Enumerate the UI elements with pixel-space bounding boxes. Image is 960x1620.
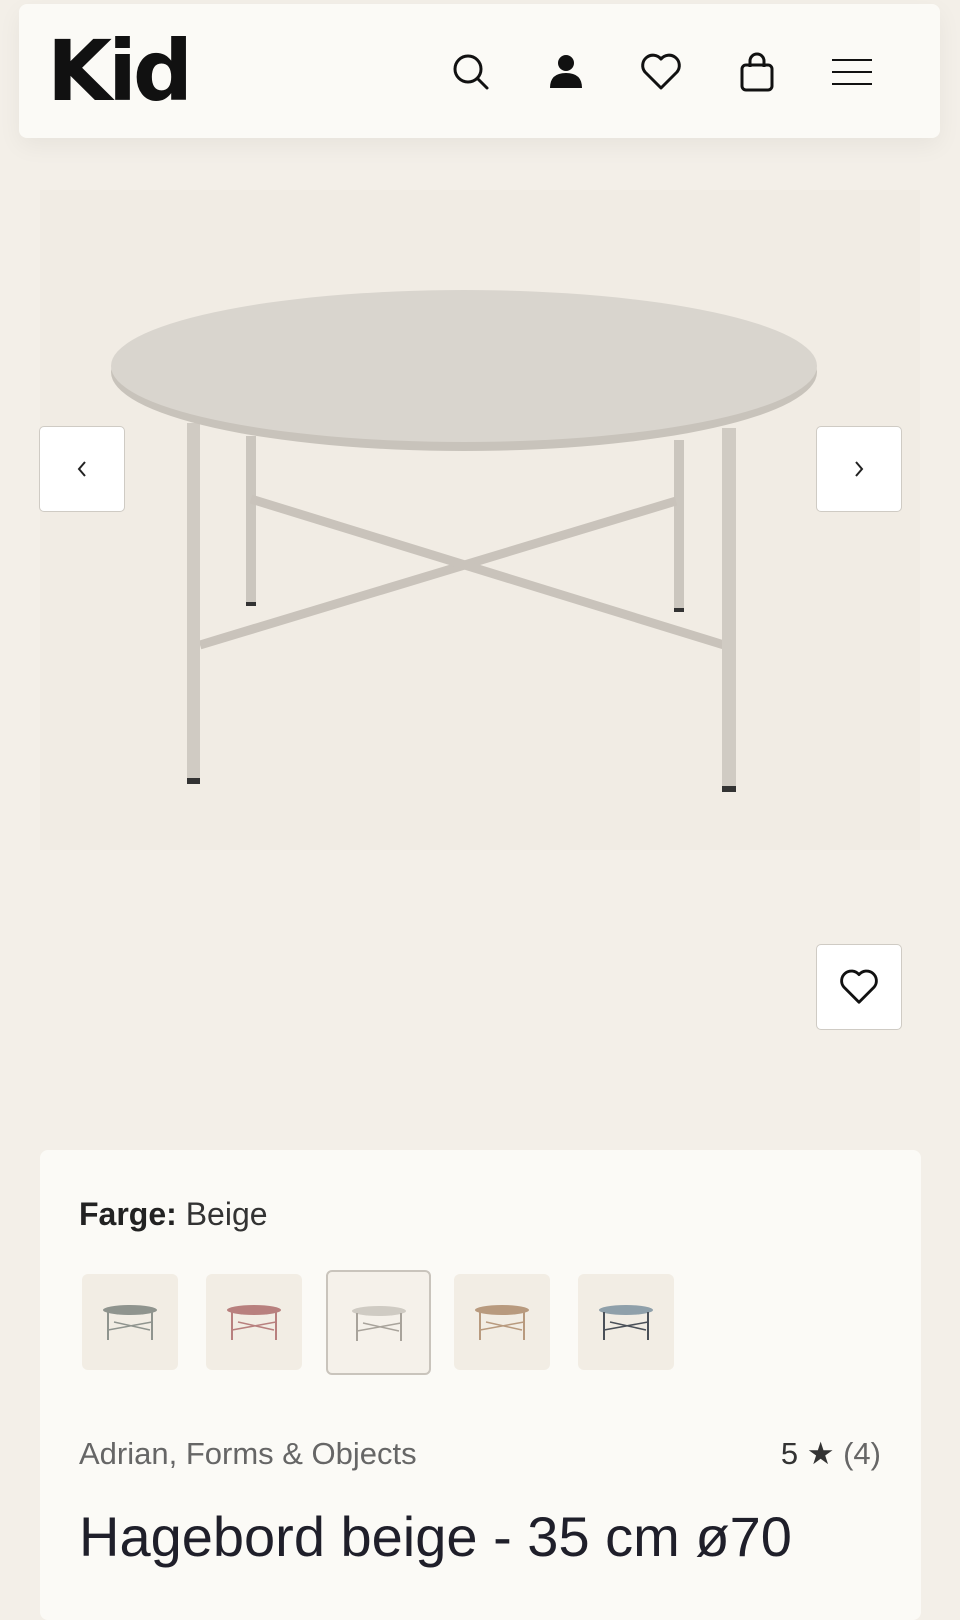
- menu-button[interactable]: [828, 48, 876, 96]
- swatch-blue[interactable]: [578, 1274, 674, 1370]
- bag-icon: [740, 52, 774, 92]
- kid-logo[interactable]: Kid: [47, 26, 193, 116]
- hamburger-menu-icon: [832, 59, 872, 85]
- swatch-grey[interactable]: [82, 1274, 178, 1370]
- product-brand[interactable]: Adrian, Forms & Objects: [79, 1436, 417, 1472]
- swatch-beige[interactable]: [326, 1270, 431, 1375]
- add-to-wishlist-button[interactable]: [816, 944, 902, 1030]
- rating-value: 5: [780, 1436, 799, 1471]
- product-rating[interactable]: 5 ★ (4): [781, 1436, 881, 1472]
- table-thumbnail-icon: [351, 1305, 406, 1341]
- color-label-value: Beige: [185, 1196, 268, 1232]
- rating-count: (4): [843, 1436, 881, 1471]
- search-icon: [453, 54, 489, 90]
- search-button[interactable]: [447, 48, 495, 96]
- chevron-right-icon: [855, 461, 864, 477]
- product-title: Hagebord beige - 35 cm ø70: [79, 1505, 792, 1568]
- site-header: Kid: [19, 4, 940, 138]
- cart-button[interactable]: [733, 48, 781, 96]
- color-label: Farge: Beige: [79, 1196, 268, 1233]
- table-thumbnail-icon: [103, 1305, 157, 1340]
- wishlist-button[interactable]: [637, 48, 685, 96]
- color-label-key: Farge:: [79, 1196, 177, 1232]
- product-info-card: Farge: Beige Adrian, Forms & Objects 5 ★…: [40, 1150, 921, 1620]
- heart-icon: [641, 53, 681, 90]
- product-image[interactable]: [40, 190, 920, 990]
- table-thumbnail-icon: [227, 1305, 281, 1340]
- heart-icon: [840, 969, 878, 1004]
- account-button[interactable]: [542, 48, 590, 96]
- next-image-button[interactable]: [816, 426, 902, 512]
- product-gallery: [0, 150, 960, 1110]
- user-icon: [550, 55, 582, 88]
- table-thumbnail-icon: [599, 1305, 653, 1340]
- previous-image-button[interactable]: [39, 426, 125, 512]
- table-thumbnail-icon: [475, 1305, 529, 1340]
- chevron-left-icon: [77, 461, 86, 477]
- star-icon: ★: [806, 1436, 835, 1471]
- swatch-pink[interactable]: [206, 1274, 302, 1370]
- swatch-sand[interactable]: [454, 1274, 550, 1370]
